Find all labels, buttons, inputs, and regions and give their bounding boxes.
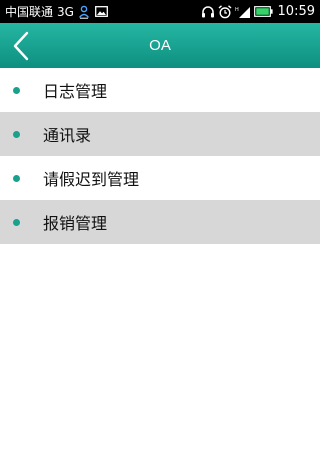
status-bar: 中国联通 3G H 10:59 [0,0,320,23]
menu-item-label: 通讯录 [43,126,92,145]
user-sync-icon [78,5,90,19]
carrier-name: 中国联通 [5,5,54,19]
menu-item-label: 请假迟到管理 [43,170,140,189]
battery-icon [253,6,273,17]
bullet-dot [13,174,20,182]
network-type: 3G [57,4,74,19]
status-time: 10:59 [277,4,315,19]
menu-item-expense-management[interactable]: 报销管理 [0,200,320,244]
page-title: OA [149,37,171,54]
svg-text:H: H [235,7,239,13]
menu-item-label: 日志管理 [43,82,108,101]
bullet-dot [13,86,20,94]
status-left: 中国联通 3G [0,3,108,20]
headset-icon [201,5,215,18]
bullet-dot [13,218,20,226]
menu-item-leave-management[interactable]: 请假迟到管理 [0,156,320,200]
menu-list: 日志管理 通讯录 请假迟到管理 报销管理 [0,68,320,244]
alarm-icon [218,4,232,19]
status-right: H 10:59 [201,4,320,19]
bullet-dot [13,130,20,138]
menu-item-label: 报销管理 [43,214,108,233]
title-bar: OA [0,23,320,68]
menu-item-log-management[interactable]: 日志管理 [0,68,320,112]
menu-item-contacts[interactable]: 通讯录 [0,112,320,156]
image-icon [95,6,108,17]
signal-icon: H [235,5,251,18]
